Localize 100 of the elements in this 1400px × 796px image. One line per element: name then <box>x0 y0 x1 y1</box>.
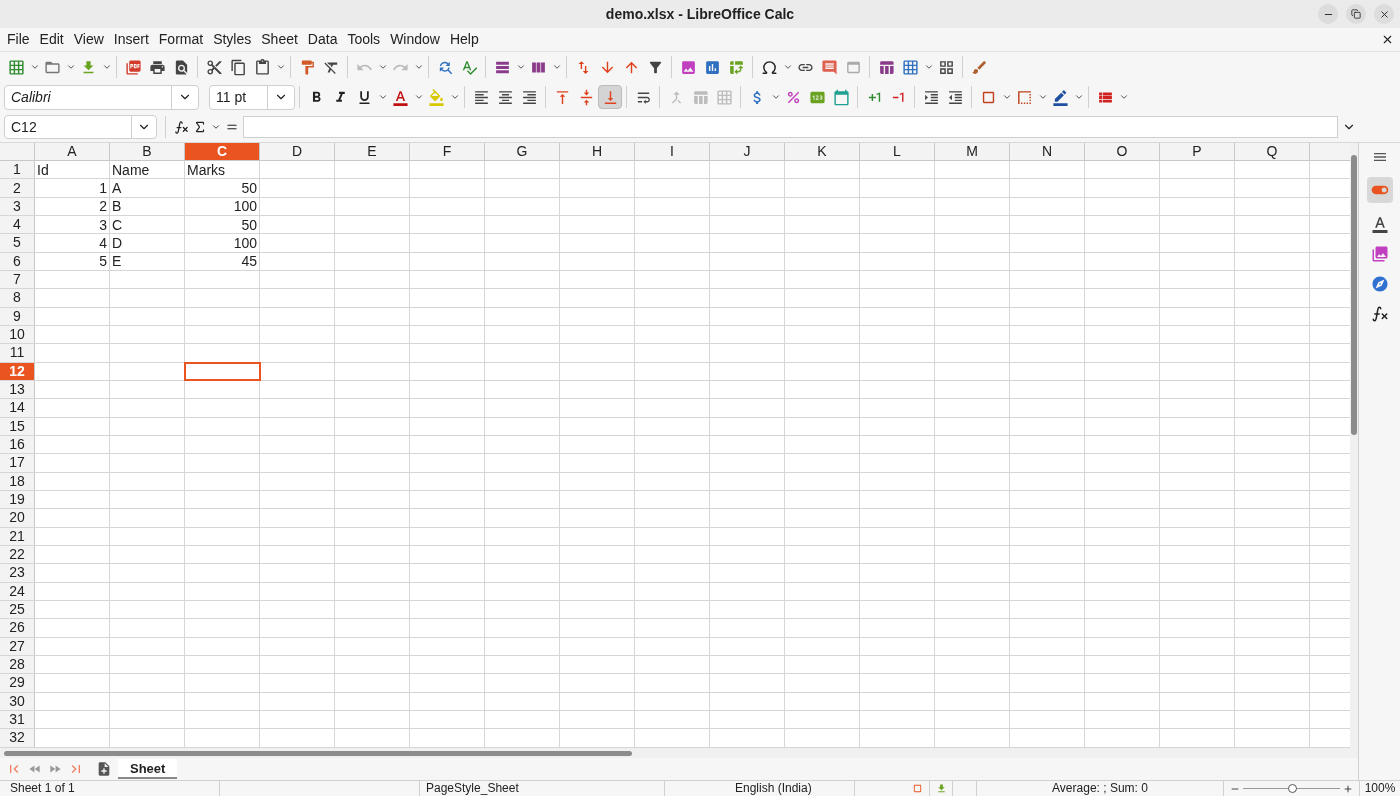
caret-icon[interactable] <box>414 62 424 72</box>
column-header[interactable]: H <box>560 143 635 160</box>
column-header[interactable]: D <box>260 143 335 160</box>
caret-icon[interactable] <box>102 62 112 72</box>
menu-item[interactable]: Insert <box>108 29 154 50</box>
menu-item[interactable]: Sheet <box>256 29 303 50</box>
function-wizard-icon[interactable] <box>174 119 189 135</box>
image-icon <box>679 58 697 76</box>
menu-item[interactable]: Tools <box>342 29 386 50</box>
menu-item[interactable]: Edit <box>34 29 69 50</box>
column-header[interactable]: N <box>1010 143 1085 160</box>
sum-icon[interactable] <box>193 120 207 134</box>
row-header[interactable]: 26 <box>0 619 35 637</box>
caret-icon[interactable] <box>516 62 526 72</box>
caret-icon[interactable] <box>211 122 221 132</box>
column-header[interactable]: E <box>335 143 410 160</box>
column-header[interactable]: J <box>710 143 785 160</box>
caret-icon[interactable] <box>66 62 76 72</box>
column-header[interactable]: L <box>860 143 935 160</box>
unmerge-cells-icon <box>715 88 733 106</box>
vertical-scrollbar[interactable] <box>1350 143 1358 748</box>
column-header[interactable]: G <box>485 143 560 160</box>
caret-icon[interactable] <box>1002 92 1012 102</box>
align-left-icon <box>472 88 490 106</box>
row-header[interactable]: 8 <box>0 289 35 307</box>
column-header[interactable]: C <box>185 143 260 160</box>
font-size-field[interactable]: 11 pt <box>209 84 295 110</box>
zoom-level[interactable]: 100% <box>1360 781 1400 796</box>
caret-icon[interactable] <box>771 92 781 102</box>
properties-button[interactable] <box>1366 177 1393 203</box>
scrollbar-thumb[interactable] <box>4 750 632 756</box>
row-header[interactable]: 11 <box>0 344 35 362</box>
row-header[interactable]: 5 <box>0 234 35 252</box>
menu-item[interactable]: Data <box>302 29 343 50</box>
restore-icon <box>1351 9 1361 19</box>
caret-icon[interactable] <box>414 92 424 102</box>
export-pdf-icon <box>124 58 142 76</box>
comment-icon <box>820 58 838 76</box>
row-header[interactable]: 32 <box>0 729 35 747</box>
increase-indent-icon <box>922 88 940 106</box>
column-header[interactable]: Q <box>1235 143 1310 160</box>
sheet-tab[interactable]: Sheet <box>118 759 178 779</box>
zoom-slider-thumb[interactable] <box>1287 784 1297 793</box>
gallery-icon[interactable] <box>1370 245 1389 263</box>
caret-icon[interactable] <box>1038 92 1048 102</box>
caret-icon[interactable] <box>1074 92 1084 102</box>
column-header[interactable]: P <box>1160 143 1235 160</box>
paste-icon <box>253 58 271 76</box>
caret-icon[interactable] <box>552 62 562 72</box>
column-header[interactable]: M <box>935 143 1010 160</box>
active-cell[interactable] <box>185 362 260 380</box>
window-title: demo.xlsx - LibreOffice Calc <box>605 4 795 24</box>
chart-icon <box>703 58 721 76</box>
table-cell: D <box>112 234 123 252</box>
draw-icon <box>970 58 988 76</box>
restore-button[interactable] <box>1346 4 1366 24</box>
menu-item[interactable]: Styles <box>208 29 257 50</box>
column-header[interactable]: A <box>35 143 110 160</box>
column-header[interactable]: O <box>1085 143 1160 160</box>
navigator-icon[interactable] <box>1370 275 1389 293</box>
freeze-icon <box>901 58 919 76</box>
zoom-in-icon[interactable] <box>1343 783 1353 794</box>
align-right-icon <box>520 88 538 106</box>
caret-icon[interactable] <box>783 62 793 72</box>
menu-item[interactable]: Format <box>153 29 209 50</box>
scrollbar-thumb[interactable] <box>1351 155 1357 435</box>
styles-icon[interactable] <box>1370 215 1389 233</box>
row-header[interactable]: 2 <box>0 179 35 197</box>
menu-item[interactable]: File <box>2 29 35 50</box>
row-header[interactable]: 20 <box>0 509 35 527</box>
caret-icon[interactable] <box>1119 92 1129 102</box>
column-header[interactable]: K <box>785 143 860 160</box>
column-header[interactable]: I <box>635 143 710 160</box>
spelling-icon <box>460 58 478 76</box>
caret-icon[interactable] <box>450 92 460 102</box>
font-name-field[interactable]: Calibri <box>4 84 199 110</box>
page-style: PageStyle_Sheet <box>420 781 665 796</box>
caret-icon[interactable] <box>924 62 934 72</box>
align-bottom-button[interactable] <box>598 85 622 109</box>
table-cell: Name <box>112 161 150 179</box>
menu-item[interactable]: View <box>68 29 109 50</box>
caret-icon[interactable] <box>30 62 40 72</box>
horizontal-scrollbar[interactable] <box>0 748 1358 758</box>
name-box[interactable]: C12 <box>4 115 157 139</box>
menu-item[interactable]: Window <box>385 29 445 50</box>
caret-icon[interactable] <box>378 62 388 72</box>
row-header[interactable]: 17 <box>0 454 35 472</box>
menu-item[interactable]: Help <box>444 29 484 50</box>
caret-icon[interactable] <box>378 92 388 102</box>
column-header[interactable]: F <box>410 143 485 160</box>
functions-icon[interactable] <box>1370 305 1389 323</box>
caret-icon[interactable] <box>276 62 286 72</box>
row-header[interactable]: 23 <box>0 564 35 582</box>
close-button[interactable] <box>1374 4 1394 24</box>
close-document-icon[interactable] <box>1381 33 1394 46</box>
row-header[interactable]: 1 <box>0 161 35 179</box>
formula-input[interactable] <box>243 116 1338 138</box>
add-sheet-icon[interactable] <box>96 761 112 777</box>
row-header[interactable]: 14 <box>0 399 35 417</box>
row-header[interactable]: 29 <box>0 674 35 692</box>
